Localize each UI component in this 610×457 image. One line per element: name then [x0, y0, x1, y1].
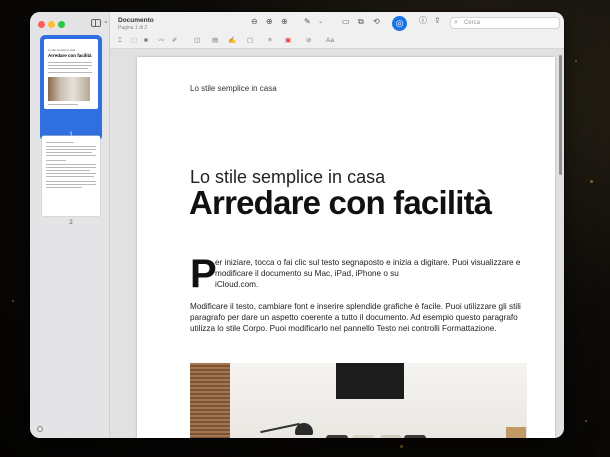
thumbnail-text-line [46, 167, 96, 168]
photo-pillow [326, 435, 348, 438]
thumbnail-text-line [46, 164, 96, 165]
thumbnail-text-line [48, 68, 88, 69]
thumbnail-image [48, 77, 90, 101]
thumbnail-text-line [46, 181, 96, 182]
thumbnail-text-line [46, 146, 96, 147]
thumbnail-sidebar: ⌄ Lo stile semplice in casa Arredare con… [30, 12, 110, 438]
thumbnail-text-line [46, 176, 94, 177]
markup-icon[interactable]: ◎ [392, 16, 407, 31]
fullscreen-window-button[interactable] [58, 21, 65, 28]
vertical-scrollbar[interactable] [559, 55, 562, 175]
thumbnail-text-line [46, 149, 96, 150]
share-box-icon[interactable]: ⧉ [358, 18, 364, 26]
text-tool-icon[interactable]: ▤ [212, 37, 218, 45]
share-icon[interactable]: ⇪ [434, 17, 441, 25]
thumbnail-page-number: 2 [69, 220, 73, 226]
thumbnail-mini-title: Arredare con facilità [48, 53, 92, 58]
document-view[interactable]: Lo stile semplice in casa Lo stile sempl… [110, 49, 564, 438]
wallpaper-sparkle [585, 420, 587, 422]
page-thumbnail-1[interactable]: Lo stile semplice in casa Arredare con f… [44, 39, 98, 109]
signature-icon[interactable]: ✍ [228, 37, 236, 45]
redact-icon[interactable]: ■ [144, 37, 148, 45]
chevron-down-icon[interactable]: ⌄ [103, 17, 109, 25]
wallpaper-sparkle [12, 300, 14, 302]
search-placeholder: Cerca [464, 20, 481, 26]
fill-color-icon[interactable]: ⊘ [306, 37, 311, 45]
draw-icon[interactable]: ✐ [172, 37, 177, 45]
thumbnail-text-line [46, 155, 96, 156]
zoom-out-icon[interactable]: ⊖ [251, 18, 258, 26]
zoom-fit-icon[interactable]: ⊕ [281, 18, 288, 26]
text-select-icon[interactable]: ⌶ [118, 37, 122, 45]
photo-tv [336, 363, 404, 399]
sketch-icon[interactable]: 〰 [158, 37, 165, 45]
rotate-icon[interactable]: ⟲ [373, 18, 380, 26]
thumbnail-text-line [48, 65, 92, 66]
thumbnail-text-line [46, 160, 66, 161]
note-icon[interactable]: ▢ [247, 37, 253, 45]
minimize-window-button[interactable] [48, 21, 55, 28]
page-header: Lo stile semplice in casa [190, 84, 277, 93]
pen-icon[interactable]: ✎ [304, 18, 311, 26]
thumbnail-text-line [46, 152, 92, 153]
thumbnail-mini-subtitle: Lo stile semplice in casa [48, 49, 76, 52]
search-icon: ⌕ [454, 19, 458, 26]
document-page[interactable]: Lo stile semplice in casa Lo stile sempl… [137, 57, 555, 438]
thumbnail-text-line [46, 170, 90, 171]
thumbnail-text-line [48, 104, 78, 105]
toolbar: Documento Pagina 1 di 2 ⊖ ⊕ ⊕ ✎ ⌄ ▭ ⧉ ⟲ … [110, 12, 564, 49]
settings-circle-icon[interactable] [37, 426, 43, 432]
photo-pillow [404, 435, 426, 438]
wallpaper-sparkle [590, 180, 593, 183]
wallpaper-sparkle [575, 60, 577, 62]
search-field[interactable]: ⌕ Cerca [450, 17, 560, 29]
photo-lamp [295, 423, 313, 435]
sidebar-icon[interactable] [91, 19, 101, 27]
rect-select-icon[interactable]: ⬚ [131, 37, 137, 45]
thumbnail-text-line [46, 184, 96, 185]
photo-plant [506, 427, 526, 438]
textbox-icon[interactable]: ▭ [342, 18, 350, 26]
paragraph-body: Modificare il testo, cambiare font e ins… [190, 302, 521, 333]
close-window-button[interactable] [38, 21, 45, 28]
photo-pillow [352, 435, 374, 438]
border-color-icon[interactable]: ▣ [285, 37, 291, 45]
drop-cap: P [190, 252, 217, 296]
preview-window: ⌄ Lo stile semplice in casa Arredare con… [30, 12, 564, 438]
page-indicator: Pagina 1 di 2 [118, 25, 148, 31]
chevron-down-icon[interactable]: ⌄ [318, 18, 323, 26]
thumbnail-text-line [48, 72, 92, 73]
document-title: Documento [118, 17, 154, 24]
thumbnail-text-line [48, 62, 92, 63]
living-room-photo [190, 363, 527, 438]
text-style-button[interactable]: Aa [326, 37, 334, 45]
photo-pillow [380, 435, 402, 438]
page-thumbnail-2[interactable] [42, 136, 100, 216]
thumbnail-text-line [46, 142, 74, 143]
line-style-icon[interactable]: ≡ [268, 37, 272, 45]
thumbnail-text-line [46, 187, 82, 188]
document-headline: Arredare con facilità [189, 184, 492, 221]
paragraph-intro-end: iCloud.com. [215, 280, 259, 289]
wallpaper-sparkle [400, 445, 403, 448]
photo-shutter [190, 363, 230, 438]
thumbnail-text-line [46, 173, 96, 174]
zoom-in-icon[interactable]: ⊕ [266, 18, 273, 26]
paragraph-intro: er iniziare, tocca o fai clic sul testo … [215, 258, 521, 278]
info-icon[interactable]: ⓘ [419, 17, 427, 25]
shapes-icon[interactable]: ◫ [194, 37, 200, 45]
